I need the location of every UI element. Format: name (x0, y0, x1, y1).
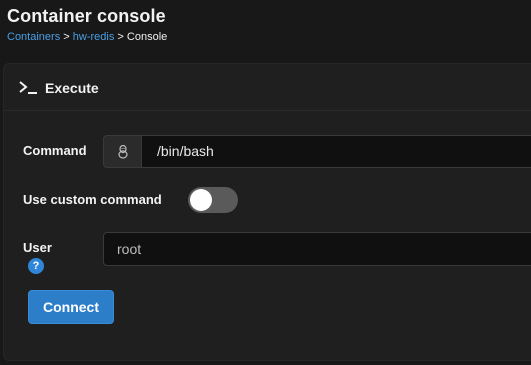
breadcrumb-separator: > (63, 31, 70, 43)
breadcrumb-separator: > (117, 31, 124, 43)
command-addon (103, 135, 141, 168)
panel-title: Execute (45, 80, 99, 96)
breadcrumb-current: Console (126, 31, 168, 43)
user-input[interactable]: root (103, 232, 531, 266)
user-label: User (23, 240, 52, 255)
terminal-icon (19, 81, 37, 94)
connect-button[interactable]: Connect (28, 290, 114, 324)
toggle-knob (190, 189, 212, 211)
question-circle-icon[interactable]: ? (28, 258, 44, 274)
command-label: Command (23, 143, 87, 158)
custom-command-label: Use custom command (23, 192, 162, 207)
panel-header: Execute (4, 64, 531, 111)
linux-tux-icon (117, 144, 128, 159)
page-header: Container console Containers > hw-redis … (0, 0, 531, 62)
command-select[interactable]: /bin/bash (141, 135, 531, 168)
custom-command-toggle[interactable] (188, 187, 238, 213)
breadcrumb: Containers > hw-redis > Console (7, 31, 167, 43)
breadcrumb-container-link[interactable]: hw-redis (73, 31, 115, 43)
page-title: Container console (7, 6, 166, 26)
breadcrumb-containers-link[interactable]: Containers (7, 31, 60, 43)
